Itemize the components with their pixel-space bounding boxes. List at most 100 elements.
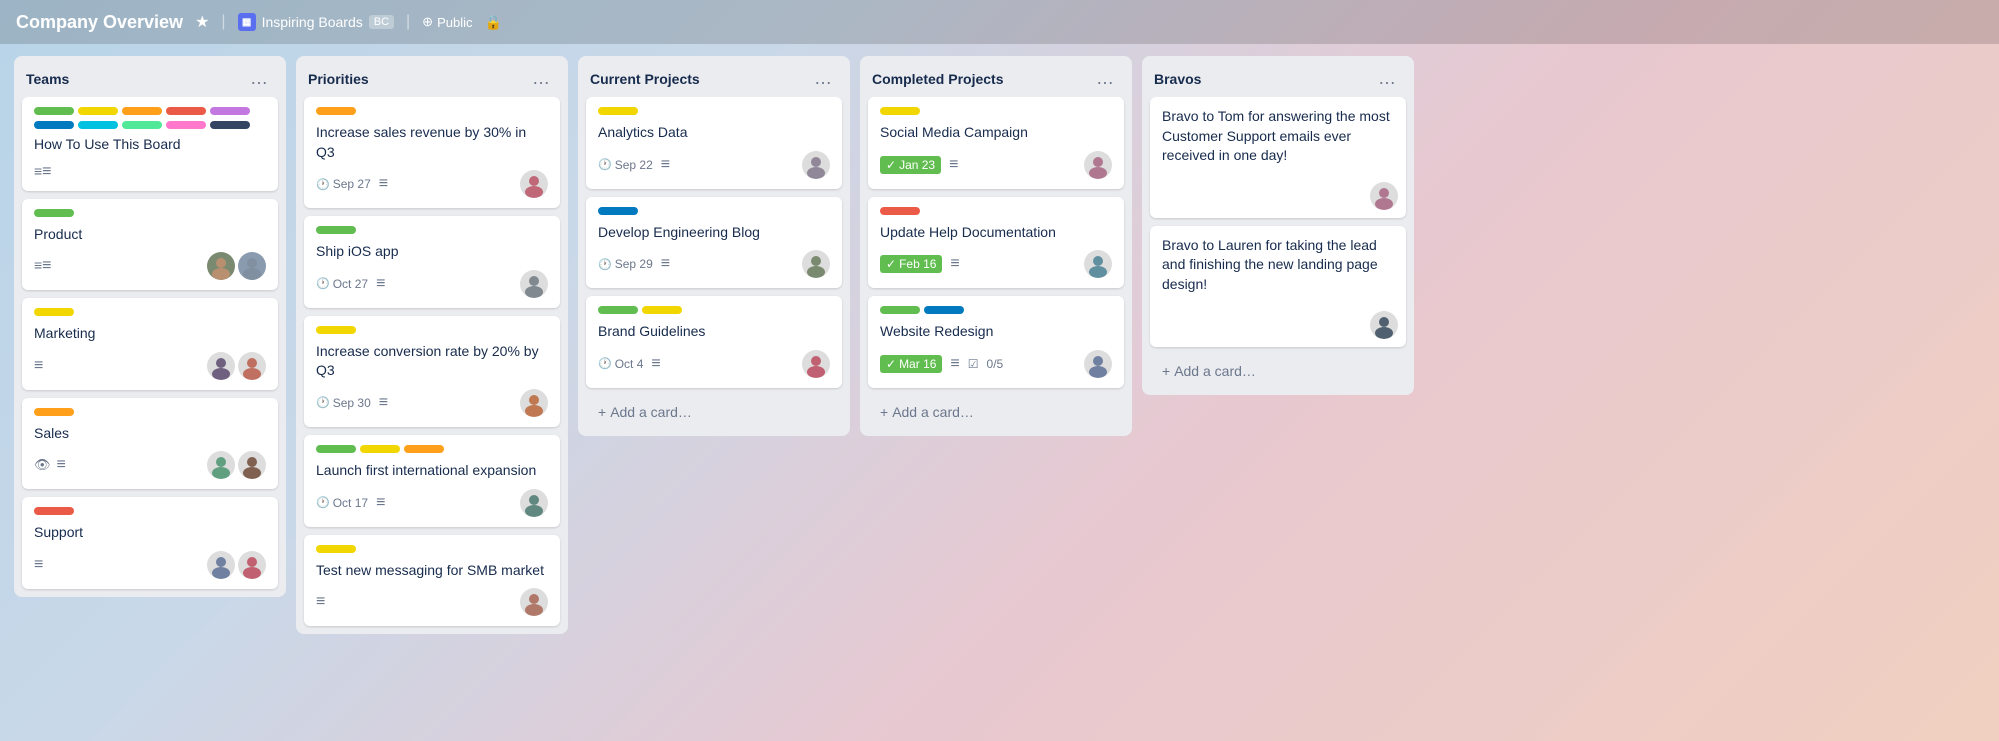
lines-icon: ≡ — [379, 175, 388, 193]
card-footer: 🕐 Sep 27 ≡ — [316, 170, 548, 198]
card-title: Product — [34, 225, 266, 245]
card-analytics-data[interactable]: Analytics Data 🕐 Sep 22 ≡ — [586, 97, 842, 189]
clock-icon: 🕐 — [316, 277, 330, 290]
card-title: Ship iOS app — [316, 242, 548, 262]
card-meta: 🕐 Sep 29 ≡ — [598, 255, 670, 273]
card-date-badge: ✓ Feb 16 — [880, 255, 942, 273]
card-title: Update Help Documentation — [880, 223, 1112, 243]
card-product[interactable]: Product ≡ — [22, 199, 278, 291]
card-sales[interactable]: Sales 👁 ≡ — [22, 398, 278, 490]
card-title: Test new messaging for SMB market — [316, 561, 548, 581]
card-avatars — [520, 489, 548, 517]
lines-icon: ≡ — [376, 494, 385, 512]
card-engineering-blog[interactable]: Develop Engineering Blog 🕐 Sep 29 ≡ — [586, 197, 842, 289]
column-title-bravos: Bravos — [1154, 71, 1201, 87]
card-avatars — [520, 588, 548, 616]
card-footer: ✓ Jan 23 ≡ — [880, 151, 1112, 179]
card-footer: 👁 ≡ — [34, 451, 266, 479]
card-avatars — [802, 350, 830, 378]
column-menu-completed[interactable]: … — [1090, 66, 1120, 91]
card-launch-expansion[interactable]: Launch first international expansion 🕐 O… — [304, 435, 560, 527]
avatar — [520, 588, 548, 616]
card-avatars — [207, 551, 266, 579]
card-bravo-tom[interactable]: Bravo to Tom for answering the most Cust… — [1150, 97, 1406, 218]
avatar — [238, 551, 266, 579]
card-labels — [316, 226, 548, 234]
add-card-completed[interactable]: + Add a card… — [868, 396, 1124, 428]
avatar — [802, 250, 830, 278]
card-footer: 🕐 Sep 22 ≡ — [598, 151, 830, 179]
add-card-current[interactable]: + Add a card… — [586, 396, 842, 428]
avatar — [520, 389, 548, 417]
card-help-docs[interactable]: Update Help Documentation ✓ Feb 16 ≡ — [868, 197, 1124, 289]
card-footer: 🕐 Oct 17 ≡ — [316, 489, 548, 517]
lines-icon: ≡ — [379, 394, 388, 412]
avatar — [520, 270, 548, 298]
workspace-icon: ▦ — [238, 13, 256, 31]
card-avatars — [802, 250, 830, 278]
card-avatars — [520, 270, 548, 298]
card-support[interactable]: Support ≡ — [22, 497, 278, 589]
column-title-completed: Completed Projects — [872, 71, 1003, 87]
card-increase-conversion[interactable]: Increase conversion rate by 20% by Q3 🕐 … — [304, 316, 560, 427]
column-priorities: Priorities … Increase sales revenue by 3… — [296, 56, 568, 634]
lines-icon: ≡ — [34, 556, 43, 574]
add-card-bravos[interactable]: + Add a card… — [1150, 355, 1406, 387]
column-header-priorities: Priorities … — [296, 56, 568, 97]
avatar — [238, 352, 266, 380]
card-footer: ✓ Feb 16 ≡ — [880, 250, 1112, 278]
plus-icon: + — [598, 404, 606, 420]
card-footer: ✓ Mar 16 ≡ ☑ 0/5 — [880, 350, 1112, 378]
card-footer: ≡ — [34, 252, 266, 280]
card-title: Support — [34, 523, 266, 543]
card-ship-ios[interactable]: Ship iOS app 🕐 Oct 27 ≡ — [304, 216, 560, 308]
card-footer: ≡ — [34, 163, 266, 181]
column-menu-priorities[interactable]: … — [526, 66, 556, 91]
lines-icon: ≡ — [661, 255, 670, 273]
card-meta: ✓ Feb 16 ≡ — [880, 255, 960, 273]
avatar — [520, 489, 548, 517]
card-marketing[interactable]: Marketing ≡ — [22, 298, 278, 390]
clock-icon: 🕐 — [316, 396, 330, 409]
column-title-teams: Teams — [26, 71, 69, 87]
column-menu-teams[interactable]: … — [244, 66, 274, 91]
visibility-button[interactable]: ⊕ Public — [422, 14, 472, 30]
card-meta: ✓ Mar 16 ≡ ☑ 0/5 — [880, 355, 1003, 373]
card-avatars — [207, 451, 266, 479]
check-icon: ✓ — [886, 158, 896, 172]
card-bravo-lauren[interactable]: Bravo to Lauren for taking the lead and … — [1150, 226, 1406, 347]
card-how-to-use[interactable]: How To Use This Board ≡ — [22, 97, 278, 191]
column-title-current: Current Projects — [590, 71, 700, 87]
column-menu-current[interactable]: … — [808, 66, 838, 91]
card-increase-sales[interactable]: Increase sales revenue by 30% in Q3 🕐 Se… — [304, 97, 560, 208]
workspace-link[interactable]: ▦ Inspiring Boards BC — [238, 13, 394, 31]
card-date-badge: ✓ Jan 23 — [880, 156, 941, 174]
board-header: Company Overview ★ | ▦ Inspiring Boards … — [0, 0, 1999, 44]
column-menu-bravos[interactable]: … — [1372, 66, 1402, 91]
card-avatars — [520, 389, 548, 417]
avatar — [1370, 182, 1398, 210]
column-completed-projects: Completed Projects … Social Media Campai… — [860, 56, 1132, 436]
column-cards-teams: How To Use This Board ≡ Product ≡ — [14, 97, 286, 597]
card-brand-guidelines[interactable]: Brand Guidelines 🕐 Oct 4 ≡ — [586, 296, 842, 388]
avatar — [207, 252, 235, 280]
card-avatars — [1084, 350, 1112, 378]
board: Teams … How To — [0, 44, 1999, 741]
card-website-redesign[interactable]: Website Redesign ✓ Mar 16 ≡ ☑ 0/5 — [868, 296, 1124, 388]
card-test-messaging[interactable]: Test new messaging for SMB market ≡ — [304, 535, 560, 627]
card-labels — [880, 107, 1112, 115]
check-icon: ✓ — [886, 357, 896, 371]
column-header-bravos: Bravos … — [1142, 56, 1414, 97]
card-title: Develop Engineering Blog — [598, 223, 830, 243]
star-icon[interactable]: ★ — [195, 12, 209, 32]
column-title-priorities: Priorities — [308, 71, 369, 87]
card-social-media[interactable]: Social Media Campaign ✓ Jan 23 ≡ — [868, 97, 1124, 189]
card-title: Increase sales revenue by 30% in Q3 — [316, 123, 548, 162]
card-date: 🕐 Oct 17 — [316, 496, 368, 510]
lines-icon: ≡ — [34, 163, 52, 181]
card-labels — [316, 445, 548, 453]
card-date: 🕐 Oct 27 — [316, 277, 368, 291]
card-date: 🕐 Sep 22 — [598, 158, 653, 172]
column-header-current: Current Projects … — [578, 56, 850, 97]
card-avatars — [1084, 250, 1112, 278]
